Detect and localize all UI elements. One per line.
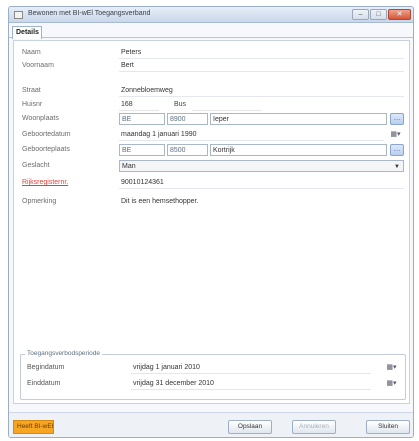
einddatum-field[interactable]: vrijdag 31 december 2010 bbox=[131, 378, 371, 390]
straat-field[interactable]: Zonnebloemweg bbox=[119, 85, 404, 97]
huisnr-field[interactable]: 168 bbox=[119, 99, 159, 111]
bus-label: Bus bbox=[174, 101, 187, 108]
geboortedatum-field[interactable]: maandag 1 januari 1990 bbox=[119, 129, 384, 141]
geboortedatum-label: Geboortedatum bbox=[22, 131, 71, 138]
woonplaats-lookup-button[interactable]: … bbox=[390, 113, 404, 125]
geboorteplaats-lookup-button[interactable]: … bbox=[390, 144, 404, 156]
geslacht-select[interactable]: Man ▼ bbox=[119, 160, 404, 172]
geboorteplaats-country-field[interactable]: BE bbox=[119, 144, 165, 156]
cancel-button[interactable]: Annuleren bbox=[292, 420, 336, 434]
rijksregisternr-field[interactable]: 90010124361 bbox=[119, 177, 404, 189]
bus-field[interactable] bbox=[192, 99, 262, 111]
huisnr-label: Huisnr bbox=[22, 101, 43, 108]
tab-strip: Details bbox=[9, 24, 413, 39]
opmerking-field[interactable]: Dit is een hemsethopper. bbox=[119, 196, 404, 346]
minimize-button[interactable]: – bbox=[352, 9, 369, 20]
calendar-dropdown-icon[interactable]: ▦▾ bbox=[385, 363, 398, 373]
einddatum-label: Einddatum bbox=[27, 380, 61, 387]
rijksregisternr-link[interactable]: Rijksregisternr. bbox=[22, 179, 68, 186]
details-panel: Naam Peters Voornaam Bert Straat Zonnebl… bbox=[13, 40, 410, 404]
window: Bewonen met BI-wEl Toegangsverband – □ ✕… bbox=[8, 6, 414, 438]
geslacht-label: Geslacht bbox=[22, 162, 50, 169]
geboorteplaats-city-field[interactable]: Kortrijk bbox=[210, 144, 387, 156]
status-button[interactable]: Heeft BI-wEl bbox=[13, 420, 54, 434]
begindatum-label: Begindatum bbox=[27, 364, 65, 371]
calendar-dropdown-icon[interactable]: ▦▾ bbox=[389, 130, 402, 140]
begindatum-field[interactable]: vrijdag 1 januari 2010 bbox=[131, 362, 371, 374]
opmerking-label: Opmerking bbox=[22, 198, 57, 205]
naam-field[interactable]: Peters bbox=[119, 47, 404, 59]
geboorteplaats-label: Geboorteplaats bbox=[22, 146, 70, 153]
voornaam-field[interactable]: Bert bbox=[119, 60, 404, 72]
woonplaats-label: Woonplaats bbox=[22, 115, 59, 122]
toegangsperiode-group: Toegangsverbodsperiode Begindatum vrijda… bbox=[20, 350, 406, 400]
woonplaats-postcode-field[interactable]: 8900 bbox=[167, 113, 208, 125]
geslacht-value: Man bbox=[122, 163, 136, 170]
footer-bar: Heeft BI-wEl Opslaan Annuleren Sluiten bbox=[9, 412, 413, 437]
voornaam-label: Voornaam bbox=[22, 62, 54, 69]
close-dialog-button[interactable]: Sluiten bbox=[366, 420, 410, 434]
close-button[interactable]: ✕ bbox=[388, 9, 411, 20]
naam-label: Naam bbox=[22, 49, 41, 56]
straat-label: Straat bbox=[22, 87, 41, 94]
tab-details[interactable]: Details bbox=[12, 26, 42, 39]
calendar-dropdown-icon[interactable]: ▦▾ bbox=[385, 379, 398, 389]
woonplaats-country-field[interactable]: BE bbox=[119, 113, 165, 125]
app-icon bbox=[14, 11, 23, 19]
toegangsperiode-legend: Toegangsverbodsperiode bbox=[25, 350, 102, 357]
save-button[interactable]: Opslaan bbox=[228, 420, 272, 434]
geboorteplaats-postcode-field[interactable]: 8500 bbox=[167, 144, 208, 156]
woonplaats-city-field[interactable]: Ieper bbox=[210, 113, 387, 125]
ellipsis-icon: … bbox=[393, 146, 401, 153]
window-title: Bewonen met BI-wEl Toegangsverband bbox=[28, 10, 151, 17]
chevron-down-icon: ▼ bbox=[394, 164, 400, 170]
title-bar: Bewonen met BI-wEl Toegangsverband – □ ✕ bbox=[9, 7, 413, 23]
ellipsis-icon: … bbox=[393, 115, 401, 122]
maximize-button[interactable]: □ bbox=[370, 9, 387, 20]
